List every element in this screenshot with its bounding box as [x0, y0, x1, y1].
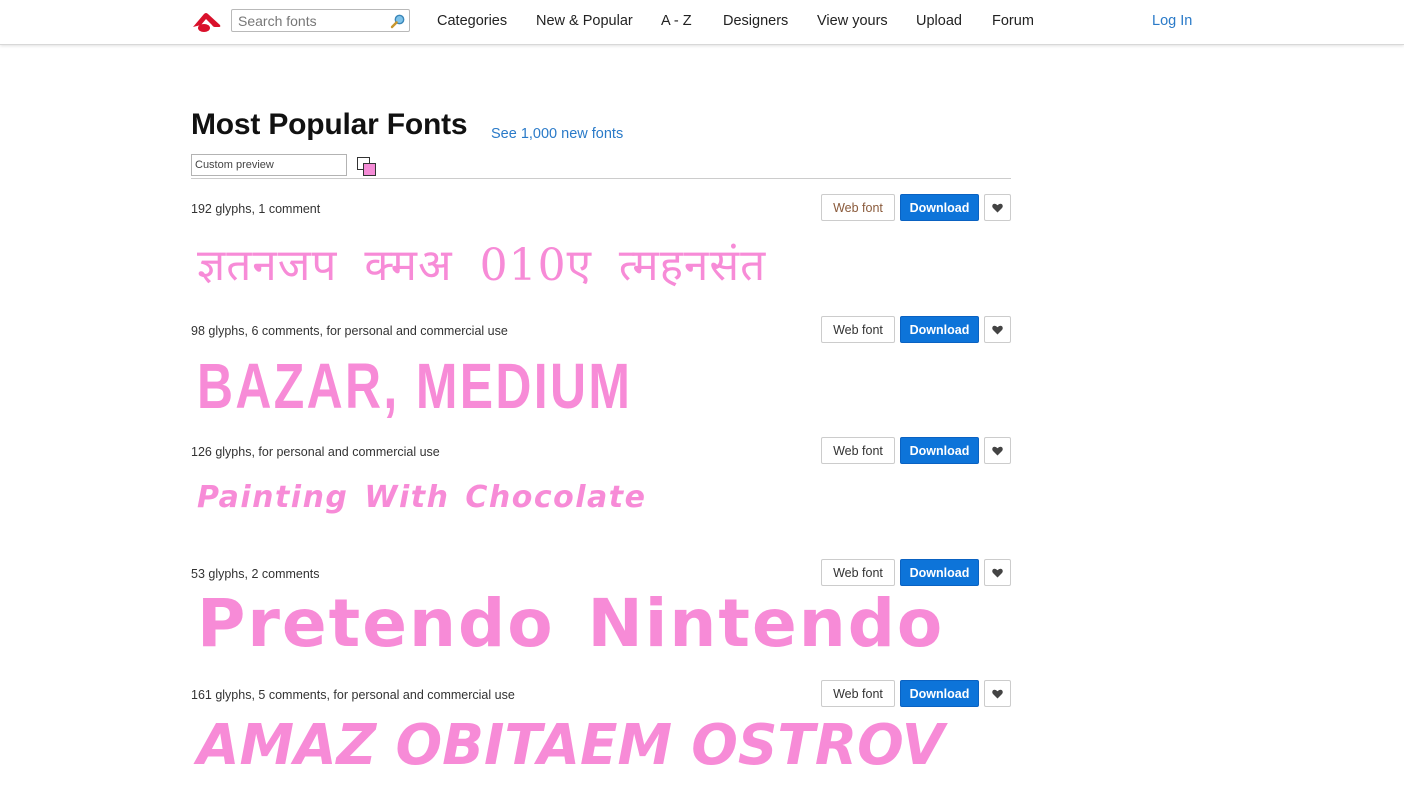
- font-list-item: 98 glyphs, 6 comments, for personal and …: [191, 316, 1011, 446]
- download-button[interactable]: Download: [900, 437, 979, 464]
- nav-forum[interactable]: Forum: [992, 13, 1034, 29]
- font-list-item: 192 glyphs, 1 comment Web font Download …: [191, 194, 1011, 324]
- favorite-button[interactable]: [984, 680, 1011, 707]
- heart-icon: [992, 689, 1003, 698]
- search-box: [231, 9, 410, 32]
- web-font-button[interactable]: Web font: [821, 559, 895, 586]
- font-sample[interactable]: BAZAR, MEDIUM: [197, 354, 632, 418]
- nav-categories[interactable]: Categories: [437, 13, 507, 29]
- font-list-item: 53 glyphs, 2 comments Web font Download …: [191, 559, 1011, 689]
- font-meta: 53 glyphs, 2 comments: [191, 567, 320, 581]
- web-font-button[interactable]: Web font: [821, 316, 895, 343]
- web-font-button[interactable]: Web font: [821, 680, 895, 707]
- favorite-button[interactable]: [984, 316, 1011, 343]
- font-sample[interactable]: Painting With Chocolate: [197, 483, 646, 513]
- brand-logo-icon[interactable]: [191, 11, 221, 33]
- heart-icon: [992, 568, 1003, 577]
- download-button[interactable]: Download: [900, 316, 979, 343]
- login-link[interactable]: Log In: [1152, 13, 1192, 29]
- nav-a-z[interactable]: A - Z: [661, 13, 692, 29]
- font-sample[interactable]: AMAZ OBITAEM OSTROV: [197, 718, 944, 774]
- heart-icon: [992, 203, 1003, 212]
- favorite-button[interactable]: [984, 194, 1011, 221]
- font-meta: 126 glyphs, for personal and commercial …: [191, 445, 440, 459]
- font-sample[interactable]: Pretendo Nintendo: [197, 591, 944, 657]
- heart-icon: [992, 325, 1003, 334]
- site-header: Categories New & Popular A - Z Designers…: [0, 0, 1404, 45]
- download-button[interactable]: Download: [900, 194, 979, 221]
- download-button[interactable]: Download: [900, 680, 979, 707]
- download-button[interactable]: Download: [900, 559, 979, 586]
- search-magnifier-icon[interactable]: [390, 13, 406, 29]
- font-meta: 98 glyphs, 6 comments, for personal and …: [191, 324, 508, 338]
- font-list-item: 126 glyphs, for personal and commercial …: [191, 437, 1011, 567]
- search-input[interactable]: [238, 13, 383, 29]
- color-picker-icon[interactable]: [357, 157, 377, 177]
- nav-upload[interactable]: Upload: [916, 13, 962, 29]
- heart-icon: [992, 446, 1003, 455]
- foreground-color-swatch[interactable]: [363, 163, 376, 176]
- favorite-button[interactable]: [984, 437, 1011, 464]
- favorite-button[interactable]: [984, 559, 1011, 586]
- font-meta: 192 glyphs, 1 comment: [191, 202, 321, 216]
- web-font-button[interactable]: Web font: [821, 194, 895, 221]
- web-font-button[interactable]: Web font: [821, 437, 895, 464]
- custom-preview-input[interactable]: [191, 154, 347, 176]
- font-list-item: 161 glyphs, 5 comments, for personal and…: [191, 680, 1011, 810]
- page-title: Most Popular Fonts: [191, 108, 468, 141]
- new-fonts-link[interactable]: See 1,000 new fonts: [491, 126, 623, 142]
- nav-new-popular[interactable]: New & Popular: [536, 13, 633, 29]
- divider: [191, 178, 1011, 179]
- nav-view-yours[interactable]: View yours: [817, 13, 888, 29]
- nav-designers[interactable]: Designers: [723, 13, 788, 29]
- font-sample[interactable]: ज्ञतनजप क्मअ 010ए त्महनसंत: [197, 244, 766, 288]
- font-meta: 161 glyphs, 5 comments, for personal and…: [191, 688, 515, 702]
